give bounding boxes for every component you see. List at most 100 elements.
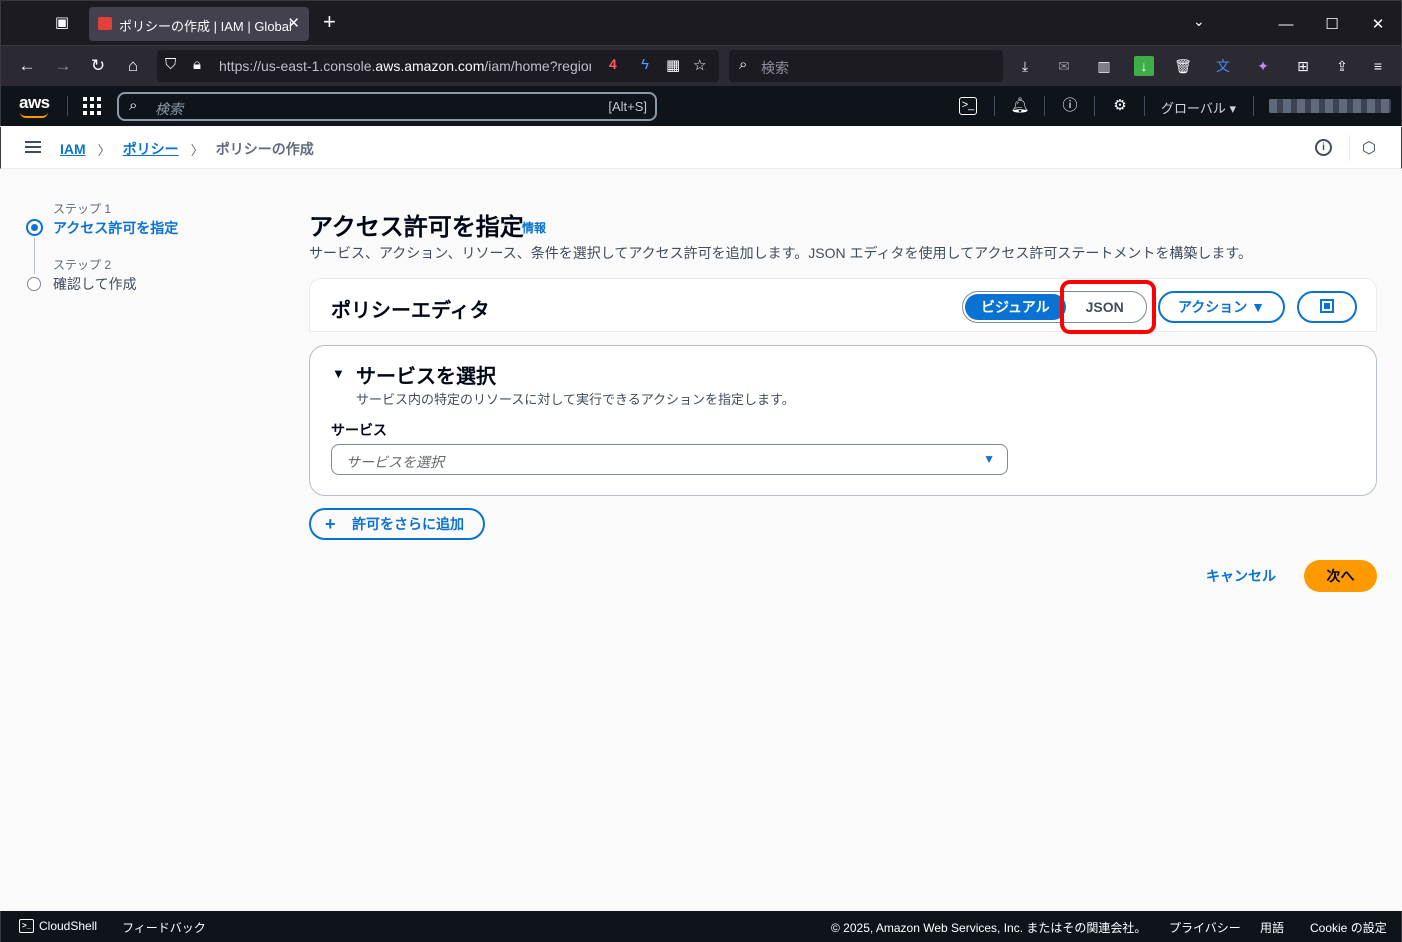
account-menu[interactable] bbox=[1269, 99, 1391, 113]
divider bbox=[1349, 135, 1350, 161]
service-section-title[interactable]: サービスを選択 bbox=[356, 360, 496, 389]
home-icon[interactable]: ⌂ bbox=[121, 54, 145, 78]
page-title: アクセス許可を指定 bbox=[309, 214, 524, 241]
search-icon: ⌕ bbox=[129, 97, 138, 114]
maximize-icon[interactable]: ☐ bbox=[1309, 1, 1355, 47]
bell-icon[interactable]: 🔔︎ bbox=[1009, 95, 1031, 117]
back-icon[interactable]: ← bbox=[15, 54, 39, 78]
green-extension-icon[interactable]: ↓ bbox=[1134, 56, 1154, 76]
reload-icon[interactable]: ↻ bbox=[86, 54, 110, 78]
tab-overview-icon[interactable]: ▣ bbox=[51, 13, 73, 33]
breadcrumb-current: ポリシーの作成 bbox=[215, 141, 314, 157]
nav-divider bbox=[1253, 96, 1254, 116]
browser-tab[interactable]: ポリシーの作成 | IAM | Global ✕ bbox=[89, 7, 309, 41]
hexagon-icon[interactable]: ⬡ bbox=[1362, 138, 1376, 158]
aws-logo[interactable]: aws bbox=[19, 93, 50, 118]
minimize-icon[interactable]: — bbox=[1263, 1, 1309, 47]
bookmark-star-icon[interactable]: ☆ bbox=[693, 56, 706, 74]
extensions-grid-icon[interactable]: ⊞ bbox=[1293, 56, 1313, 76]
qr-code-icon[interactable]: ▦ bbox=[666, 56, 680, 74]
step-2-title: 確認して作成 bbox=[53, 276, 137, 292]
favicon-icon bbox=[98, 17, 112, 30]
close-tab-icon[interactable]: ✕ bbox=[287, 14, 300, 32]
extension-icon[interactable]: ▥ bbox=[1094, 56, 1114, 76]
lock-icon[interactable]: 🔒︎ bbox=[193, 56, 201, 73]
shield-icon[interactable]: ⛉ bbox=[165, 56, 176, 73]
aws-search-input[interactable]: ⌕ 検索 [Alt+S] bbox=[117, 92, 657, 121]
actions-dropdown-button[interactable]: アクション ▼ bbox=[1158, 291, 1285, 323]
trash-icon[interactable]: 🗑︎ bbox=[1173, 56, 1193, 76]
web-search-placeholder: 検索 bbox=[761, 60, 789, 76]
plus-icon: + bbox=[325, 514, 336, 534]
browser-nav-bar: ← → ↻ ⌂ ⛉ 🔒︎ https://us-east-1.console.a… bbox=[0, 46, 1402, 86]
console-footer: >_ CloudShell フィードバック © 2025, Amazon Web… bbox=[0, 911, 1402, 942]
step-1-title[interactable]: アクセス許可を指定 bbox=[53, 218, 178, 238]
url-bar[interactable]: ⛉ 🔒︎ https://us-east-1.console.aws.amazo… bbox=[157, 50, 719, 82]
hamburger-menu-icon[interactable] bbox=[25, 141, 41, 153]
privacy-link[interactable]: プライバシー bbox=[1169, 919, 1241, 936]
add-more-permissions-button[interactable]: + 許可をさらに追加 bbox=[309, 508, 485, 540]
caret-down-icon[interactable]: ▼ bbox=[332, 366, 345, 381]
add-more-permissions-label: 許可をさらに追加 bbox=[352, 516, 464, 532]
feedback-link[interactable]: フィードバック bbox=[122, 919, 206, 936]
split-view-button[interactable] bbox=[1297, 291, 1357, 323]
nav-divider bbox=[1094, 96, 1095, 116]
service-select[interactable]: サービスを選択 ▼ bbox=[331, 444, 1008, 475]
cloudshell-icon[interactable]: >_ bbox=[959, 97, 977, 115]
puzzle-extension-icon[interactable]: ✦ bbox=[1253, 56, 1273, 76]
chevron-right-icon: 〉 bbox=[190, 142, 204, 158]
menu-icon[interactable]: ≡ bbox=[1368, 56, 1388, 76]
page-description: サービス、アクション、リソース、条件を選択してアクセス許可を追加します。JSON… bbox=[309, 245, 1252, 261]
breadcrumb-policies[interactable]: ポリシー bbox=[123, 139, 179, 159]
copyright: © 2025, Amazon Web Services, Inc. またはその関… bbox=[831, 921, 1147, 935]
aws-search-placeholder: 検索 bbox=[155, 101, 183, 117]
translate-icon[interactable]: 文 bbox=[1213, 56, 1233, 76]
nav-divider bbox=[1044, 96, 1045, 116]
breadcrumb-iam[interactable]: IAM bbox=[60, 141, 86, 157]
download-icon[interactable]: ⤓ bbox=[1015, 56, 1035, 76]
breadcrumb: IAM 〉 ポリシー 〉 ポリシーの作成 bbox=[60, 139, 314, 159]
highlight-box bbox=[1060, 280, 1156, 334]
info-icon[interactable]: i bbox=[1315, 139, 1332, 156]
terms-link[interactable]: 用語 bbox=[1260, 919, 1284, 936]
share-icon[interactable]: ⇪ bbox=[1332, 56, 1352, 76]
step-1-label: ステップ 1 bbox=[53, 202, 112, 216]
url-text[interactable]: https://us-east-1.console.aws.amazon.com… bbox=[219, 58, 591, 74]
step-2-label: ステップ 2 bbox=[53, 258, 112, 272]
search-icon: ⌕ bbox=[739, 56, 748, 73]
extension-badge-icon[interactable]: 4 bbox=[609, 56, 617, 72]
service-select-placeholder: サービスを選択 bbox=[346, 454, 444, 470]
browser-tab-bar: ▣ ポリシーの作成 | IAM | Global ✕ + ⌄ — ☐ ✕ bbox=[0, 0, 1402, 46]
service-field-label: サービス bbox=[331, 422, 387, 438]
bolt-icon[interactable]: ϟ bbox=[641, 56, 649, 73]
close-window-icon[interactable]: ✕ bbox=[1355, 1, 1401, 47]
mail-icon[interactable]: ✉ bbox=[1054, 56, 1074, 76]
visual-mode-button[interactable]: ビジュアル bbox=[965, 294, 1066, 320]
panel-icon bbox=[1320, 299, 1334, 313]
web-search-box[interactable]: ⌕ 検索 bbox=[729, 50, 1003, 82]
region-selector[interactable]: グローバル ▾ bbox=[1161, 98, 1236, 117]
cloudshell-icon[interactable]: >_ bbox=[19, 919, 34, 933]
forward-icon[interactable]: → bbox=[51, 54, 75, 78]
services-grid-icon[interactable] bbox=[83, 97, 101, 115]
tab-list-chevron-icon[interactable]: ⌄ bbox=[1193, 13, 1205, 30]
new-tab-icon[interactable]: + bbox=[323, 11, 336, 33]
step-1-radio bbox=[26, 219, 43, 236]
nav-divider bbox=[1144, 96, 1145, 116]
chevron-right-icon: 〉 bbox=[97, 142, 111, 158]
aws-top-nav: aws ⌕ 検索 [Alt+S] >_ 🔔︎ ⓘ ⚙ グローバル ▾ bbox=[0, 86, 1402, 126]
next-button[interactable]: 次へ bbox=[1304, 560, 1377, 592]
gear-icon[interactable]: ⚙ bbox=[1109, 95, 1131, 117]
step-2-radio bbox=[27, 277, 41, 291]
nav-divider bbox=[67, 96, 68, 116]
caret-down-icon: ▼ bbox=[983, 452, 995, 466]
policy-editor-header: ポリシーエディタ ビジュアル JSON アクション ▼ bbox=[309, 278, 1377, 334]
info-link[interactable]: 情報 bbox=[522, 219, 546, 236]
breadcrumb-bar: IAM 〉 ポリシー 〉 ポリシーの作成 i ⬡ bbox=[0, 127, 1402, 169]
step-connector bbox=[34, 238, 35, 274]
cookie-settings-link[interactable]: Cookie の設定 bbox=[1310, 919, 1387, 936]
cloudshell-link[interactable]: CloudShell bbox=[39, 919, 97, 933]
cancel-button[interactable]: キャンセル bbox=[1206, 566, 1276, 586]
help-icon[interactable]: ⓘ bbox=[1059, 95, 1081, 117]
tab-title: ポリシーの作成 | IAM | Global bbox=[119, 19, 292, 34]
